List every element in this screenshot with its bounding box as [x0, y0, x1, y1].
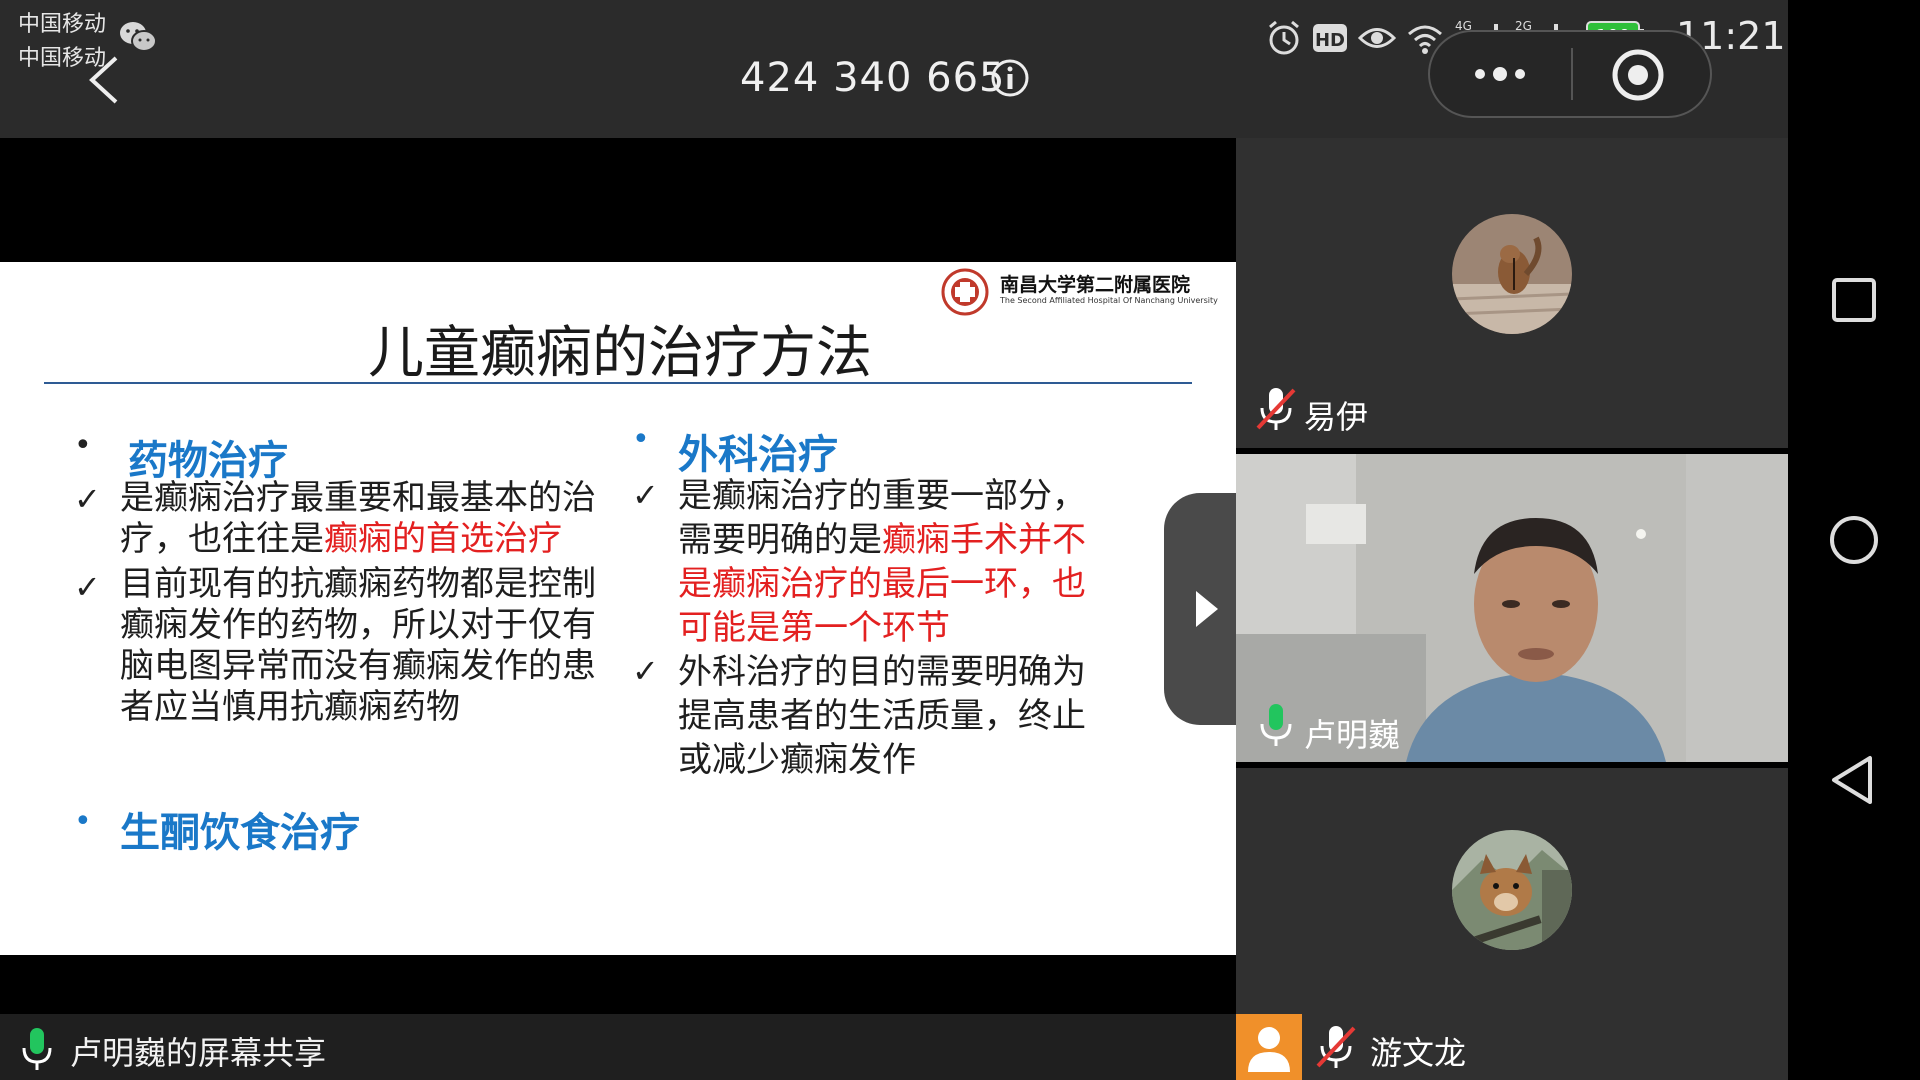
info-icon[interactable] — [990, 58, 1030, 98]
hospital-name: 南昌大学第二附属医院 — [1000, 274, 1191, 296]
android-navigation-bar — [1788, 0, 1920, 1080]
mic-active-icon — [1260, 704, 1292, 746]
surgery-point-2: 外科治疗的目的需要明确为 提高患者的生活质量，终止 或减少癫痫发作 — [678, 652, 1086, 780]
participant-name: 卢明巍 — [1304, 716, 1401, 754]
alarm-icon — [1269, 20, 1299, 55]
medication-point-1: 是癫痫治疗最重要和最基本的治 疗，也往往是癫痫的首选治疗 — [120, 478, 596, 559]
heading-ketogenic-diet: 生酮饮食治疗 — [120, 810, 360, 856]
check-icon: ✓ — [632, 476, 659, 514]
record-icon[interactable] — [1590, 46, 1686, 104]
carrier-label-1: 中国移动 — [18, 12, 107, 37]
participant-name: 游文龙 — [1370, 1034, 1467, 1072]
bullet-dot: • — [74, 804, 92, 839]
heading-surgery: 外科治疗 — [678, 432, 838, 478]
medication-point-2: 目前现有的抗癫痫药物都是控制 癫痫发作的药物，所以对于仅有 脑电图异常而没有癫痫… — [120, 564, 596, 727]
participant-tile[interactable]: 易伊 — [1236, 138, 1788, 448]
participant-name: 易伊 — [1304, 398, 1369, 436]
top-bar: 中国移动 中国移动 424 340 665 HD 4G 2G 11:21 — [0, 0, 1788, 138]
slide-title: 儿童癫痫的治疗方法 — [368, 321, 872, 386]
back-button[interactable] — [78, 52, 128, 108]
shared-screen-area: 南昌大学第二附属医院 The Second Affiliated Hospita… — [0, 138, 1244, 1014]
eye-icon — [1357, 28, 1397, 48]
mini-program-capsule — [1428, 30, 1712, 118]
bullet-dot: • — [74, 428, 92, 463]
check-icon: ✓ — [632, 652, 659, 690]
play-right-icon — [1196, 591, 1218, 627]
bullet-dot: • — [632, 422, 650, 457]
meeting-id: 424 340 665 — [740, 55, 1006, 101]
more-icon[interactable] — [1452, 52, 1548, 96]
hd-icon: HD — [1313, 24, 1347, 52]
back-nav-button[interactable] — [1818, 744, 1890, 816]
wechat-icon — [120, 22, 157, 52]
home-button[interactable] — [1818, 504, 1890, 576]
screen-share-label: 卢明巍的屏幕共享 — [70, 1034, 327, 1072]
check-icon: ✓ — [74, 480, 101, 518]
surgery-point-1: 是癫痫治疗的重要一部分， 需要明确的是癫痫手术并不 是癫痫治疗的最后一环，也 可… — [678, 476, 1086, 648]
recents-button[interactable] — [1818, 264, 1890, 336]
hospital-name-english: The Second Affiliated Hospital Of Nancha… — [1000, 296, 1218, 305]
screen-share-bar: 卢明巍的屏幕共享 — [0, 1014, 1236, 1080]
participant-tile-video[interactable]: 卢明巍 — [1236, 454, 1788, 762]
capsule-divider — [1571, 48, 1573, 100]
next-page-button[interactable] — [1164, 493, 1244, 725]
user-avatar-icon — [1236, 1014, 1302, 1080]
participant-avatar-dog — [1452, 830, 1572, 950]
participant-avatar-chipmunk — [1452, 214, 1572, 334]
mic-muted-icon — [1316, 1026, 1356, 1068]
participant-tile[interactable]: 游文龙 — [1236, 768, 1788, 1080]
participant-list: 易伊 卢明巍 游文龙 — [1236, 138, 1788, 1080]
mic-muted-icon — [1256, 388, 1296, 430]
svg-text:HD: HD — [1315, 30, 1345, 51]
presentation-slide: 南昌大学第二附属医院 The Second Affiliated Hospita… — [0, 262, 1236, 955]
check-icon: ✓ — [74, 568, 101, 606]
title-divider — [44, 382, 1192, 384]
mic-active-icon — [22, 1028, 52, 1070]
